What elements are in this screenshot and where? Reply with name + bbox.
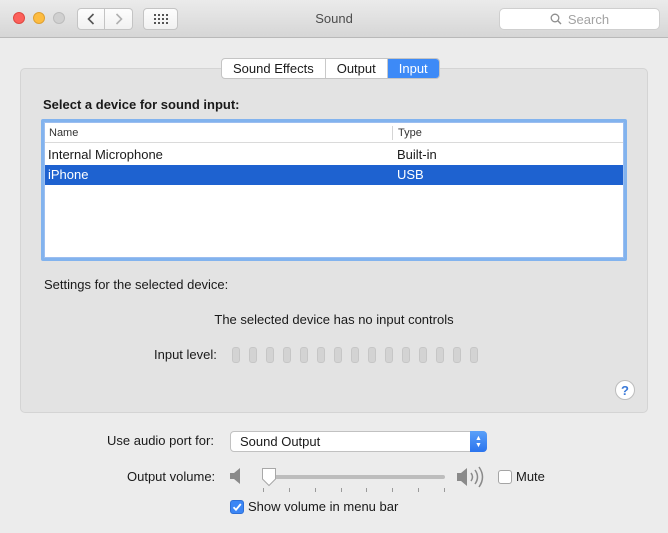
device-type: USB bbox=[397, 167, 424, 182]
column-header-type[interactable]: Type bbox=[398, 127, 422, 139]
input-level-segment bbox=[249, 347, 257, 363]
slider-tick bbox=[418, 488, 419, 492]
column-header-name[interactable]: Name bbox=[49, 127, 78, 139]
input-level-segment bbox=[419, 347, 427, 363]
input-level-segment bbox=[300, 347, 308, 363]
search-placeholder: Search bbox=[567, 11, 610, 27]
tab-sound-effects[interactable]: Sound Effects bbox=[222, 59, 326, 78]
input-level-segment bbox=[453, 347, 461, 363]
magnifier-icon bbox=[550, 13, 562, 25]
device-table[interactable]: Name Type Internal Microphone Built-in i… bbox=[41, 119, 627, 261]
title-bar: Sound Search bbox=[0, 0, 668, 38]
audio-port-value: Sound Output bbox=[240, 434, 321, 449]
show-volume-label: Show volume in menu bar bbox=[248, 499, 399, 514]
table-header: Name Type bbox=[45, 123, 623, 143]
mute-checkbox[interactable] bbox=[498, 470, 512, 484]
slider-tick bbox=[341, 488, 342, 492]
input-level-segment bbox=[470, 347, 478, 363]
sound-preferences-window: Sound Search Sound Effects Output Input … bbox=[0, 0, 668, 533]
table-row-selected[interactable]: iPhone USB bbox=[45, 165, 623, 185]
table-row[interactable]: Internal Microphone Built-in bbox=[45, 145, 623, 165]
input-level-segment bbox=[317, 347, 325, 363]
input-level-segment bbox=[232, 347, 240, 363]
slider-tick bbox=[263, 488, 264, 492]
device-type: Built-in bbox=[397, 147, 437, 162]
question-mark-icon: ? bbox=[621, 382, 629, 398]
updown-arrows-icon: ▲ ▼ bbox=[470, 431, 487, 452]
search-field[interactable]: Search bbox=[499, 8, 660, 30]
input-level-segment bbox=[385, 347, 393, 363]
volume-slider-thumb[interactable] bbox=[261, 467, 277, 487]
speaker-low-icon bbox=[230, 468, 240, 484]
tab-output[interactable]: Output bbox=[326, 59, 388, 78]
device-name: iPhone bbox=[48, 167, 89, 182]
input-level-segment bbox=[368, 347, 376, 363]
speaker-high-icon bbox=[457, 466, 484, 488]
slider-tick bbox=[366, 488, 367, 492]
input-level-label: Input level: bbox=[154, 347, 217, 362]
mute-label: Mute bbox=[516, 469, 545, 484]
input-level-segment bbox=[283, 347, 291, 363]
audio-port-label: Use audio port for: bbox=[107, 433, 214, 448]
input-level-meter bbox=[232, 347, 478, 363]
slider-tick bbox=[315, 488, 316, 492]
input-level-segment bbox=[266, 347, 274, 363]
help-button[interactable]: ? bbox=[615, 380, 635, 400]
input-level-segment bbox=[351, 347, 359, 363]
slider-tick bbox=[392, 488, 393, 492]
output-volume-label: Output volume: bbox=[127, 469, 216, 484]
volume-slider-ticks bbox=[263, 488, 445, 493]
input-level-segment bbox=[334, 347, 342, 363]
tab-input[interactable]: Input bbox=[387, 59, 439, 78]
checkmark-icon bbox=[232, 503, 242, 512]
device-name: Internal Microphone bbox=[48, 147, 163, 162]
tab-bar: Sound Effects Output Input bbox=[221, 58, 440, 79]
input-level-segment bbox=[436, 347, 444, 363]
slider-tick bbox=[289, 488, 290, 492]
volume-slider-track[interactable] bbox=[263, 475, 445, 479]
show-volume-checkbox[interactable] bbox=[230, 500, 244, 514]
slider-tick bbox=[444, 488, 445, 492]
input-level-segment bbox=[402, 347, 410, 363]
select-device-heading: Select a device for sound input: bbox=[43, 97, 240, 112]
audio-port-popup[interactable]: Sound Output ▲ ▼ bbox=[230, 431, 487, 452]
settings-heading: Settings for the selected device: bbox=[44, 277, 229, 292]
no-controls-message: The selected device has no input control… bbox=[214, 312, 454, 327]
